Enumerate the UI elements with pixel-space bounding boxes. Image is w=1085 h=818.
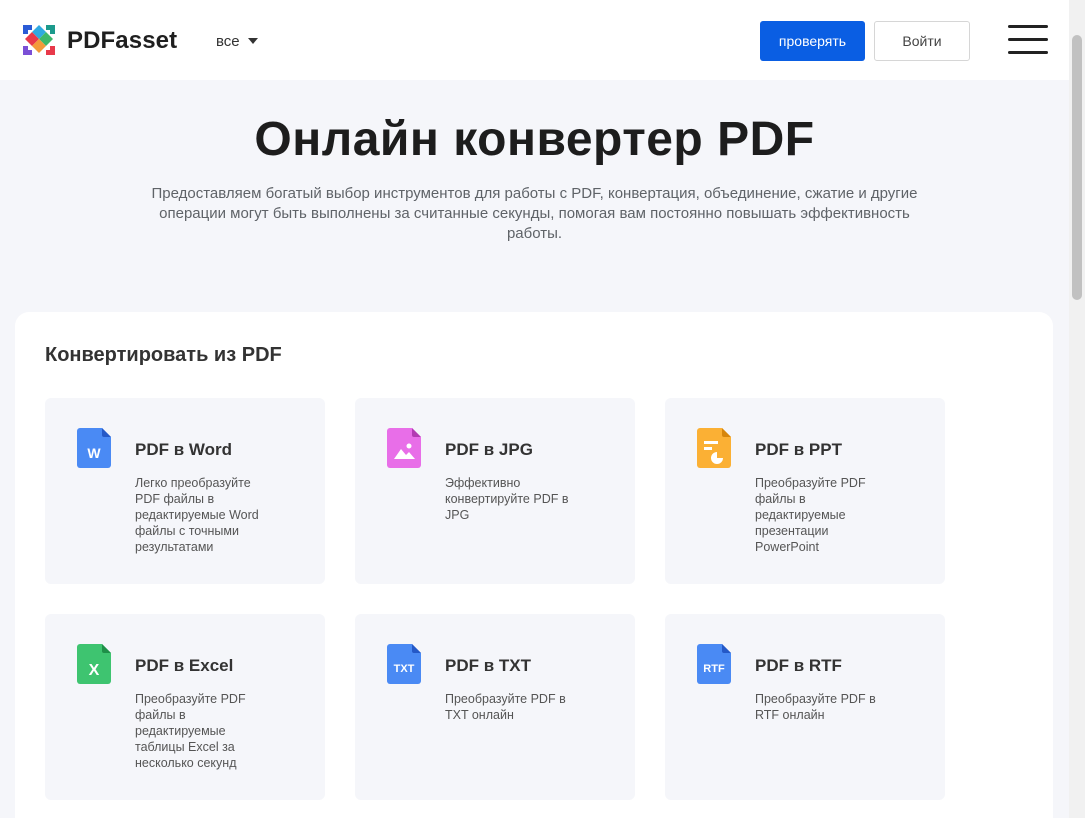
section-title: Конвертировать из PDF — [45, 344, 282, 366]
tool-title: PDF в PPT — [755, 440, 842, 459]
tool-card-pdf-to-txt[interactable]: TXT PDF в TXT Преобразуйте PDF в TXT онл… — [355, 614, 635, 800]
rtf-file-icon: RTF — [697, 644, 731, 684]
caret-down-icon — [247, 38, 258, 44]
tool-title: PDF в Word — [135, 440, 233, 459]
scrollbar-thumb[interactable] — [1072, 35, 1082, 300]
tool-title: PDF в TXT — [445, 656, 532, 675]
tool-card-pdf-to-word[interactable]: W PDF в Word Легко преобразуйте PDF файл… — [45, 398, 325, 584]
language-selector[interactable]: все — [216, 32, 258, 50]
excel-file-icon: X — [77, 644, 111, 684]
page-title: Онлайн конвертер PDF — [254, 113, 815, 166]
word-file-icon: W — [77, 428, 111, 468]
tool-description: Преобразуйте PDF в TXT онлайн — [445, 692, 566, 722]
tool-description: Преобразуйте PDF файлы в редактируемые т… — [135, 692, 246, 770]
txt-file-icon: TXT — [387, 644, 421, 684]
svg-text:X: X — [89, 662, 100, 679]
tool-title: PDF в Excel — [135, 656, 234, 675]
svg-text:W: W — [87, 445, 101, 461]
brand-name[interactable]: PDFasset — [67, 27, 177, 55]
tool-description: Эффективно конвертируйте PDF в JPG — [445, 476, 569, 522]
hamburger-menu-icon[interactable] — [1008, 25, 1048, 55]
language-label: все — [216, 32, 240, 50]
login-button[interactable]: Войти — [874, 21, 970, 61]
hero-description: Предоставляем богатый выбор инструментов… — [151, 185, 918, 242]
tool-title: PDF в RTF — [755, 656, 842, 675]
tool-card-pdf-to-jpg[interactable]: PDF в JPG Эффективно конвертируйте PDF в… — [355, 398, 635, 584]
tool-card-pdf-to-ppt[interactable]: PDF в PPT Преобразуйте PDF файлы в редак… — [665, 398, 945, 584]
tool-description: Преобразуйте PDF в RTF онлайн — [755, 692, 876, 722]
svg-text:RTF: RTF — [703, 663, 725, 675]
site-header: PDFasset все проверять Войти — [0, 0, 1069, 80]
ppt-file-icon — [697, 428, 731, 468]
image-file-icon — [387, 428, 421, 468]
tool-title: PDF в JPG — [445, 440, 533, 459]
vertical-scrollbar[interactable] — [1069, 0, 1085, 818]
tool-description: Легко преобразуйте PDF файлы в редактиру… — [135, 476, 259, 554]
tool-card-pdf-to-excel[interactable]: X PDF в Excel Преобразуйте PDF файлы в р… — [45, 614, 325, 800]
tool-description: Преобразуйте PDF файлы в редактируемые п… — [755, 476, 866, 554]
tool-card-pdf-to-rtf[interactable]: RTF PDF в RTF Преобразуйте PDF в RTF онл… — [665, 614, 945, 800]
pdfasset-logo-icon[interactable] — [20, 22, 58, 58]
svg-text:TXT: TXT — [394, 663, 415, 675]
check-button[interactable]: проверять — [760, 21, 865, 61]
